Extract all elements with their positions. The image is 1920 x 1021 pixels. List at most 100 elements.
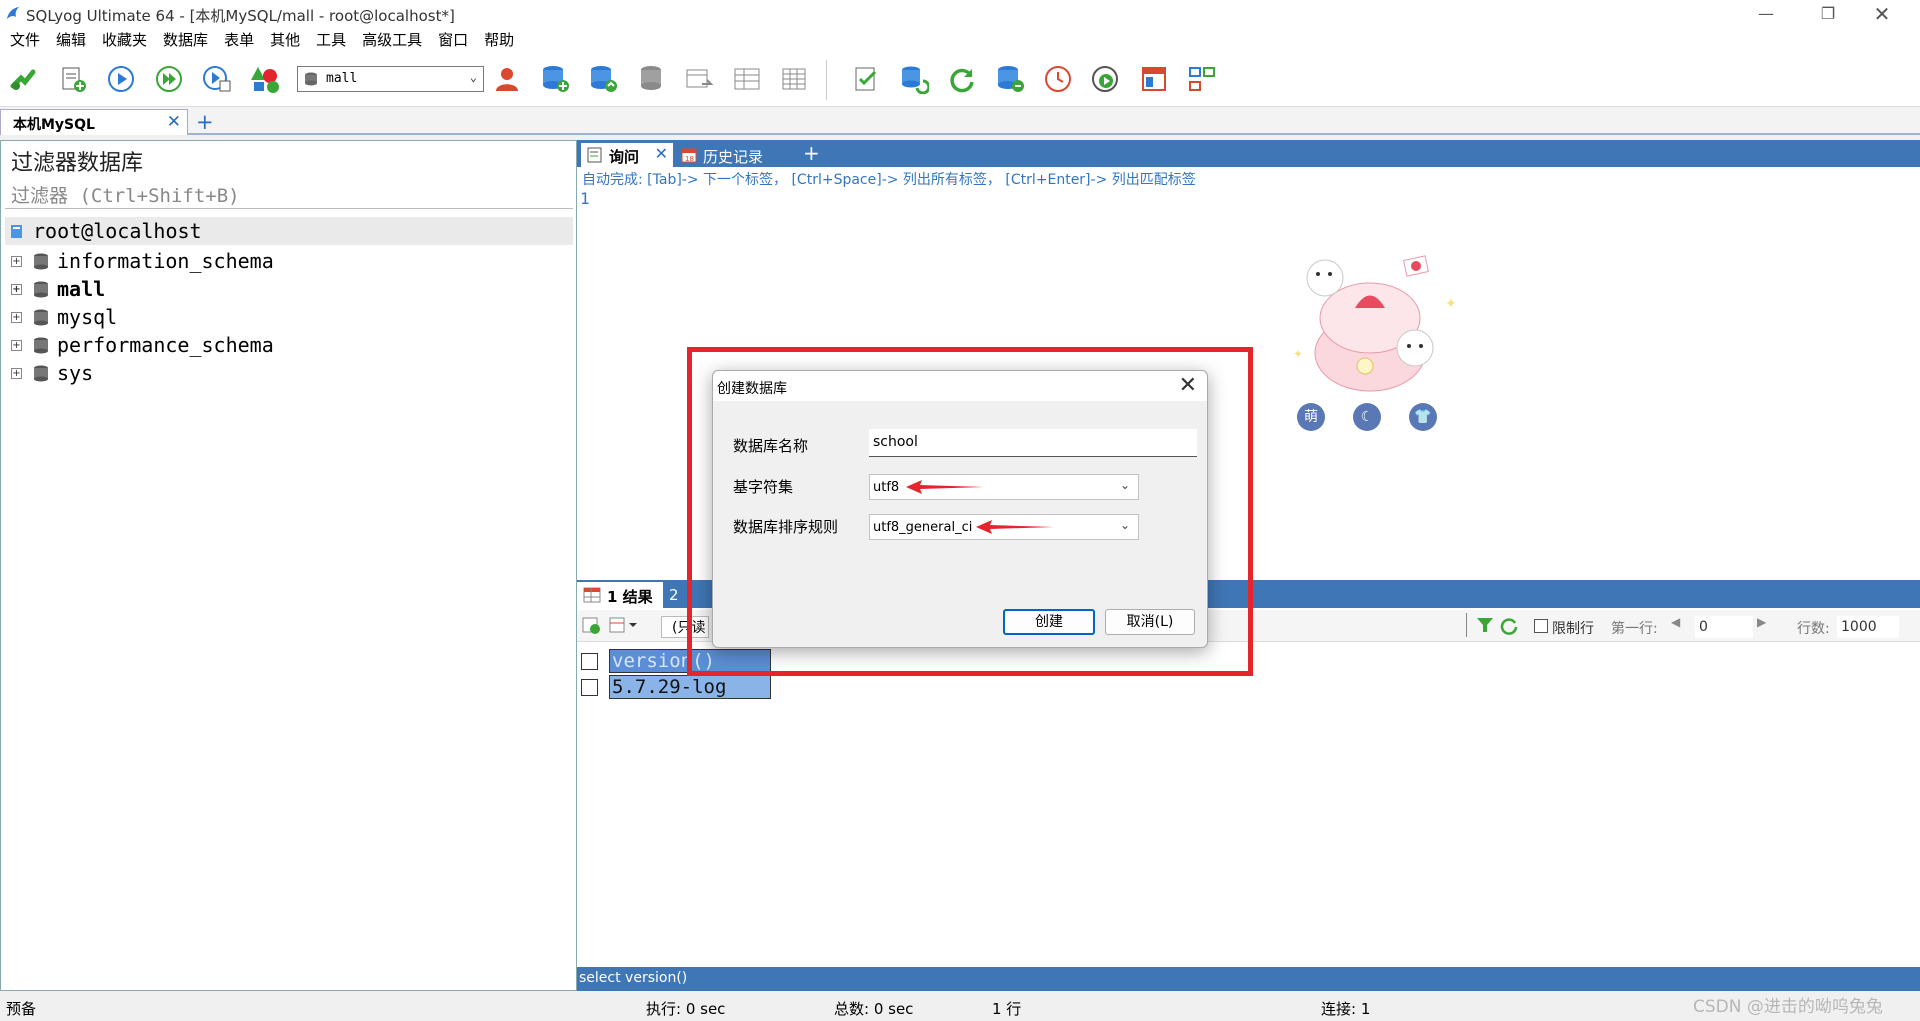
schema-sync-icon[interactable] bbox=[849, 62, 883, 96]
status-ready: 预备 bbox=[6, 1000, 37, 1018]
new-connection-icon[interactable] bbox=[6, 62, 40, 96]
scheduler-clock-icon[interactable] bbox=[1041, 62, 1075, 96]
schema-designer-icon[interactable] bbox=[248, 62, 282, 96]
filter-input[interactable]: 过滤器 (Ctrl+Shift+B) bbox=[5, 179, 573, 209]
expand-icon[interactable]: + bbox=[11, 340, 22, 351]
tree-root-connection[interactable]: root@localhost bbox=[5, 217, 573, 245]
first-row-input[interactable]: 0 bbox=[1695, 616, 1753, 638]
add-connection-tab-button[interactable]: + bbox=[196, 110, 214, 134]
expand-icon[interactable]: + bbox=[11, 256, 22, 267]
filter-funnel-icon[interactable] bbox=[1475, 615, 1495, 639]
tab-result-2[interactable]: 2 bbox=[669, 586, 679, 604]
database-selector-value: mall bbox=[326, 71, 358, 86]
menu-table[interactable]: 表单 bbox=[216, 28, 262, 52]
result-view-dropdown[interactable] bbox=[609, 615, 641, 639]
import-database-icon[interactable] bbox=[993, 62, 1027, 96]
result-sync-icon[interactable] bbox=[1499, 615, 1519, 639]
tab-result-1[interactable]: 1 结果 bbox=[577, 582, 663, 608]
expand-icon[interactable]: + bbox=[11, 312, 22, 323]
tab-result-label: 1 结果 bbox=[607, 588, 653, 606]
query-tab-bar: 询问 ✕ 18 历史记录 + bbox=[577, 140, 1920, 167]
menu-tools[interactable]: 工具 bbox=[308, 28, 354, 52]
create-button[interactable]: 创建 bbox=[1003, 609, 1095, 635]
table-row[interactable]: 5.7.29-log bbox=[578, 674, 771, 700]
collation-value: utf8_general_ci bbox=[873, 520, 973, 535]
line-number: 1 bbox=[580, 189, 590, 208]
menu-favorites[interactable]: 收藏夹 bbox=[94, 28, 155, 52]
decor-button-1[interactable]: 萌 bbox=[1297, 403, 1325, 431]
refresh-icon[interactable] bbox=[945, 62, 979, 96]
tab-query-label: 询问 bbox=[609, 148, 640, 166]
create-database-dialog: 创建数据库 ✕ 数据库名称 school 基字符集 utf8 ⌄ 数据库排序规则… bbox=[712, 370, 1208, 648]
close-icon[interactable]: ✕ bbox=[167, 112, 181, 132]
limit-rows-label: 限制行 bbox=[1552, 621, 1594, 637]
row-checkbox[interactable] bbox=[581, 679, 598, 696]
tab-history[interactable]: 18 历史记录 bbox=[675, 143, 787, 167]
decor-button-2[interactable]: ☾ bbox=[1353, 403, 1381, 431]
dialog-close-button[interactable]: ✕ bbox=[1179, 373, 1197, 398]
decorative-sticker: ✦ ✦ 萌 ☾ 👕 bbox=[1285, 248, 1460, 438]
decor-button-3[interactable]: 👕 bbox=[1409, 403, 1437, 431]
tree-item-mysql[interactable]: + mysql bbox=[11, 303, 117, 331]
close-window-button[interactable]: ✕ bbox=[1860, 2, 1904, 26]
database-selector[interactable]: mall ⌄ bbox=[297, 66, 484, 92]
menu-window[interactable]: 窗口 bbox=[430, 28, 476, 52]
expand-icon[interactable]: + bbox=[11, 368, 22, 379]
data-sync-icon[interactable] bbox=[897, 62, 931, 96]
toolbar-separator bbox=[826, 60, 827, 100]
add-query-tab-button[interactable]: + bbox=[803, 141, 820, 165]
row-count-input[interactable]: 1000 bbox=[1837, 616, 1899, 638]
minimize-button[interactable]: — bbox=[1744, 2, 1788, 26]
cancel-button[interactable]: 取消(L) bbox=[1105, 609, 1195, 635]
execute-query-icon[interactable] bbox=[104, 62, 138, 96]
menu-file[interactable]: 文件 bbox=[0, 28, 48, 52]
menu-help[interactable]: 帮助 bbox=[476, 28, 522, 52]
tree-item-performance-schema[interactable]: + performance_schema bbox=[11, 331, 274, 359]
database-icon bbox=[34, 365, 48, 382]
bunny-cake-illustration: ✦ ✦ bbox=[1293, 255, 1457, 392]
tab-history-label: 历史记录 bbox=[703, 148, 764, 166]
tree-item-mall[interactable]: + mall bbox=[11, 275, 105, 303]
query-builder-icon[interactable] bbox=[1137, 62, 1171, 96]
next-page-icon[interactable]: ▶ bbox=[1757, 615, 1777, 637]
tree-item-sys[interactable]: + sys bbox=[11, 359, 93, 387]
chevron-down-icon: ⌄ bbox=[469, 70, 477, 84]
object-browser: 过滤器数据库 过滤器 (Ctrl+Shift+B) root@localhost… bbox=[0, 140, 577, 991]
table-data-icon[interactable] bbox=[778, 62, 812, 96]
menu-bar: 文件 编辑 收藏夹 数据库 表单 其他 工具 高级工具 窗口 帮助 bbox=[0, 28, 1920, 52]
table-grid-icon[interactable] bbox=[730, 62, 764, 96]
tree-item-label: mysql bbox=[57, 305, 118, 329]
result-refresh-icon[interactable] bbox=[581, 615, 601, 639]
menu-advanced-tools[interactable]: 高级工具 bbox=[354, 28, 430, 52]
tree-item-information-schema[interactable]: + information_schema bbox=[11, 247, 274, 275]
menu-other[interactable]: 其他 bbox=[262, 28, 308, 52]
execute-all-icon[interactable] bbox=[152, 62, 186, 96]
connection-tab-local-mysql[interactable]: 本机MySQL ✕ bbox=[0, 109, 188, 135]
menu-database[interactable]: 数据库 bbox=[155, 28, 216, 52]
database-gray-icon[interactable] bbox=[634, 62, 668, 96]
table-structure-icon[interactable] bbox=[682, 62, 716, 96]
database-icon bbox=[34, 253, 48, 270]
limit-rows-checkbox[interactable] bbox=[1534, 619, 1548, 633]
database-name-input[interactable]: school bbox=[869, 429, 1197, 457]
restore-button[interactable]: ❐ bbox=[1806, 2, 1850, 26]
database-icon bbox=[34, 281, 48, 298]
backup-database-icon[interactable] bbox=[586, 62, 620, 96]
chevron-down-icon: ⌄ bbox=[1119, 478, 1130, 492]
prev-page-icon[interactable]: ◀ bbox=[1671, 615, 1691, 637]
schema-designer-layout-icon[interactable] bbox=[1185, 62, 1219, 96]
close-icon[interactable]: ✕ bbox=[655, 144, 668, 163]
result-cell-version[interactable]: 5.7.29-log bbox=[609, 675, 771, 699]
run-job-icon[interactable] bbox=[1089, 62, 1123, 96]
tab-query[interactable]: 询问 ✕ bbox=[581, 143, 673, 167]
svg-text:✦: ✦ bbox=[1293, 347, 1303, 361]
menu-edit[interactable]: 编辑 bbox=[48, 28, 94, 52]
row-checkbox[interactable] bbox=[581, 653, 598, 670]
execute-edit-icon[interactable] bbox=[200, 62, 234, 96]
expand-icon[interactable]: + bbox=[11, 284, 22, 295]
create-database-icon[interactable] bbox=[538, 62, 572, 96]
query-icon bbox=[587, 147, 602, 163]
database-icon bbox=[305, 72, 317, 86]
new-query-icon[interactable] bbox=[56, 62, 90, 96]
user-manager-icon[interactable] bbox=[490, 62, 524, 96]
